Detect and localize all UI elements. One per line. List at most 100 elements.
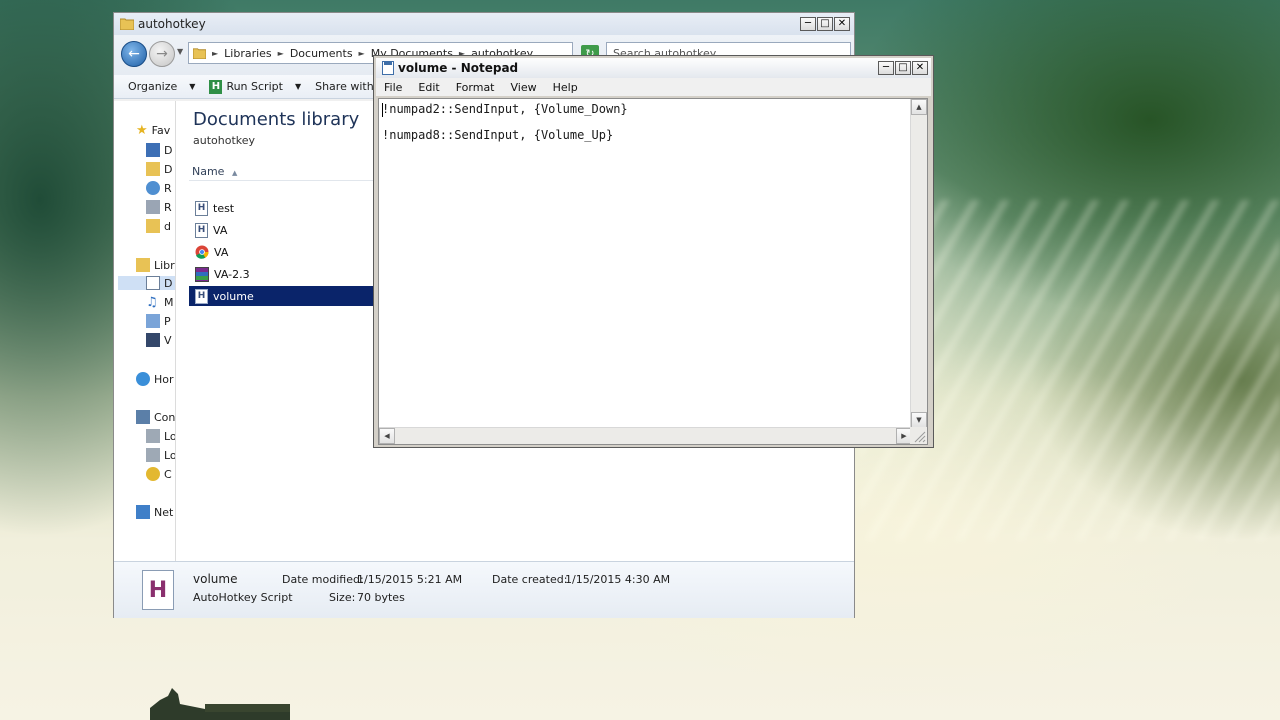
notepad-title: volume - Notepad bbox=[398, 61, 519, 75]
details-created-value: 1/15/2015 4:30 AM bbox=[565, 573, 671, 586]
desktop-icon bbox=[146, 143, 160, 157]
music-icon: ♫ bbox=[146, 295, 158, 310]
nav-fav-item-5[interactable]: d bbox=[146, 219, 171, 233]
notepad-text-area[interactable]: !numpad2::SendInput, {Volume_Down} !nump… bbox=[378, 98, 928, 445]
network-icon bbox=[136, 505, 150, 519]
organize-button[interactable]: Organize ▼ bbox=[128, 80, 195, 93]
nav-comp-local-disk-2[interactable]: Lo bbox=[146, 448, 175, 462]
nav-comp-cd-drive[interactable]: C bbox=[146, 467, 172, 481]
network-icon bbox=[146, 181, 160, 195]
details-size-value: 70 bytes bbox=[357, 591, 405, 604]
breadcrumb-libraries[interactable]: Libraries bbox=[224, 47, 272, 60]
drive-icon bbox=[146, 429, 160, 443]
folder-icon bbox=[146, 219, 160, 233]
nav-homegroup[interactable]: Hor bbox=[136, 372, 174, 386]
organize-label: Organize bbox=[128, 80, 178, 93]
menu-format[interactable]: Format bbox=[448, 81, 503, 94]
nav-libraries[interactable]: Libr bbox=[136, 258, 175, 272]
folder-icon bbox=[120, 18, 134, 30]
ahk-script-icon: H bbox=[195, 200, 208, 216]
recent-pages-dropdown[interactable]: ▼ bbox=[177, 47, 183, 56]
downloads-folder-icon bbox=[146, 162, 160, 176]
file-row-va-chrome[interactable]: VA bbox=[189, 242, 374, 262]
scroll-up-button[interactable]: ▲ bbox=[911, 99, 927, 115]
recent-places-icon bbox=[146, 200, 160, 214]
homegroup-icon bbox=[136, 372, 150, 386]
computer-icon bbox=[136, 410, 150, 424]
resize-grip[interactable] bbox=[910, 427, 927, 444]
share-with-label: Share with bbox=[315, 80, 374, 93]
libraries-icon bbox=[136, 258, 150, 272]
pictures-icon bbox=[146, 314, 160, 328]
file-row-test[interactable]: H test bbox=[189, 198, 374, 218]
notepad-window-controls: ─ □ ✕ bbox=[878, 61, 928, 75]
explorer-title: autohotkey bbox=[138, 17, 206, 31]
file-row-volume[interactable]: H volume bbox=[189, 286, 374, 306]
star-icon: ★ bbox=[136, 123, 148, 138]
notepad-window[interactable]: volume - Notepad ─ □ ✕ File Edit Format … bbox=[373, 55, 934, 448]
ahk-script-icon: H bbox=[142, 570, 174, 610]
nav-fav-desktop[interactable]: D bbox=[146, 143, 172, 157]
scroll-down-button[interactable]: ▼ bbox=[911, 412, 927, 428]
arrow-left-icon: ← bbox=[128, 46, 140, 62]
nav-favorites[interactable]: ★ Fav bbox=[136, 123, 170, 138]
nav-fav-downloads[interactable]: D bbox=[146, 162, 172, 176]
winrar-archive-icon bbox=[195, 266, 209, 282]
vertical-scrollbar[interactable]: ▲ ▼ bbox=[910, 99, 927, 428]
details-size-label: Size: bbox=[329, 591, 356, 604]
scroll-left-button[interactable]: ◀ bbox=[379, 428, 395, 444]
menu-file[interactable]: File bbox=[376, 81, 410, 94]
ahk-script-icon: H bbox=[209, 79, 223, 94]
videos-icon bbox=[146, 333, 160, 347]
chevron-down-icon: ▼ bbox=[189, 82, 196, 91]
details-modified-value: 1/15/2015 5:21 AM bbox=[357, 573, 463, 586]
resize-grip-icon bbox=[914, 431, 926, 443]
library-title: Documents library bbox=[193, 109, 360, 130]
file-row-va-script[interactable]: H VA bbox=[189, 220, 374, 240]
folder-icon bbox=[193, 48, 206, 59]
text-line-1: !numpad2::SendInput, {Volume_Down} bbox=[382, 102, 628, 116]
close-button[interactable]: ✕ bbox=[834, 17, 850, 31]
navigation-pane: ★ Fav D D R R d Libr D ♫ M P V Hor Con L… bbox=[114, 101, 176, 561]
details-file-name: volume bbox=[193, 572, 238, 586]
close-button[interactable]: ✕ bbox=[912, 61, 928, 75]
minimize-button[interactable]: ─ bbox=[800, 17, 816, 31]
ahk-script-icon: H bbox=[195, 222, 208, 238]
menu-edit[interactable]: Edit bbox=[410, 81, 447, 94]
menu-view[interactable]: View bbox=[503, 81, 545, 94]
menu-help[interactable]: Help bbox=[545, 81, 586, 94]
maximize-button[interactable]: □ bbox=[895, 61, 911, 75]
minimize-button[interactable]: ─ bbox=[878, 61, 894, 75]
forward-button[interactable]: → bbox=[149, 41, 175, 67]
nav-fav-recent[interactable]: R bbox=[146, 200, 172, 214]
run-script-button[interactable]: H Run Script ▼ bbox=[209, 79, 301, 94]
nav-lib-videos[interactable]: V bbox=[146, 333, 172, 347]
details-created-label: Date created: bbox=[492, 573, 568, 586]
back-button[interactable]: ← bbox=[121, 41, 147, 67]
nav-network[interactable]: Net bbox=[136, 505, 173, 519]
arrow-right-icon: → bbox=[156, 46, 168, 62]
nav-lib-pictures[interactable]: P bbox=[146, 314, 171, 328]
nav-computer[interactable]: Con bbox=[136, 410, 175, 424]
details-pane: H volume AutoHotkey Script Date modified… bbox=[114, 561, 854, 618]
nav-lib-documents[interactable]: D bbox=[118, 276, 175, 290]
text-line-2: !numpad8::SendInput, {Volume_Up} bbox=[382, 128, 614, 142]
explorer-title-bar[interactable]: autohotkey ─ □ ✕ bbox=[114, 13, 854, 35]
maximize-button[interactable]: □ bbox=[817, 17, 833, 31]
breadcrumb-documents[interactable]: Documents bbox=[290, 47, 353, 60]
drive-icon bbox=[146, 448, 160, 462]
library-subtitle: autohotkey bbox=[193, 134, 256, 147]
notepad-menu-bar: File Edit Format View Help bbox=[376, 78, 931, 96]
horizontal-scrollbar[interactable]: ◀ ▶ bbox=[379, 427, 912, 444]
ahk-script-icon: H bbox=[195, 288, 208, 304]
column-header-name[interactable]: Name ▲ bbox=[189, 161, 374, 181]
nav-lib-music[interactable]: ♫ M bbox=[146, 295, 174, 310]
notepad-title-bar[interactable]: volume - Notepad ─ □ ✕ bbox=[376, 58, 931, 78]
documents-icon bbox=[146, 276, 160, 290]
explorer-window-controls: ─ □ ✕ bbox=[800, 17, 850, 31]
cd-drive-icon bbox=[146, 467, 160, 481]
share-with-button[interactable]: Share with bbox=[315, 80, 374, 93]
file-row-va-2-3[interactable]: VA-2.3 bbox=[189, 264, 374, 284]
nav-fav-item-3[interactable]: R bbox=[146, 181, 172, 195]
nav-comp-local-disk-1[interactable]: Lo bbox=[146, 429, 175, 443]
